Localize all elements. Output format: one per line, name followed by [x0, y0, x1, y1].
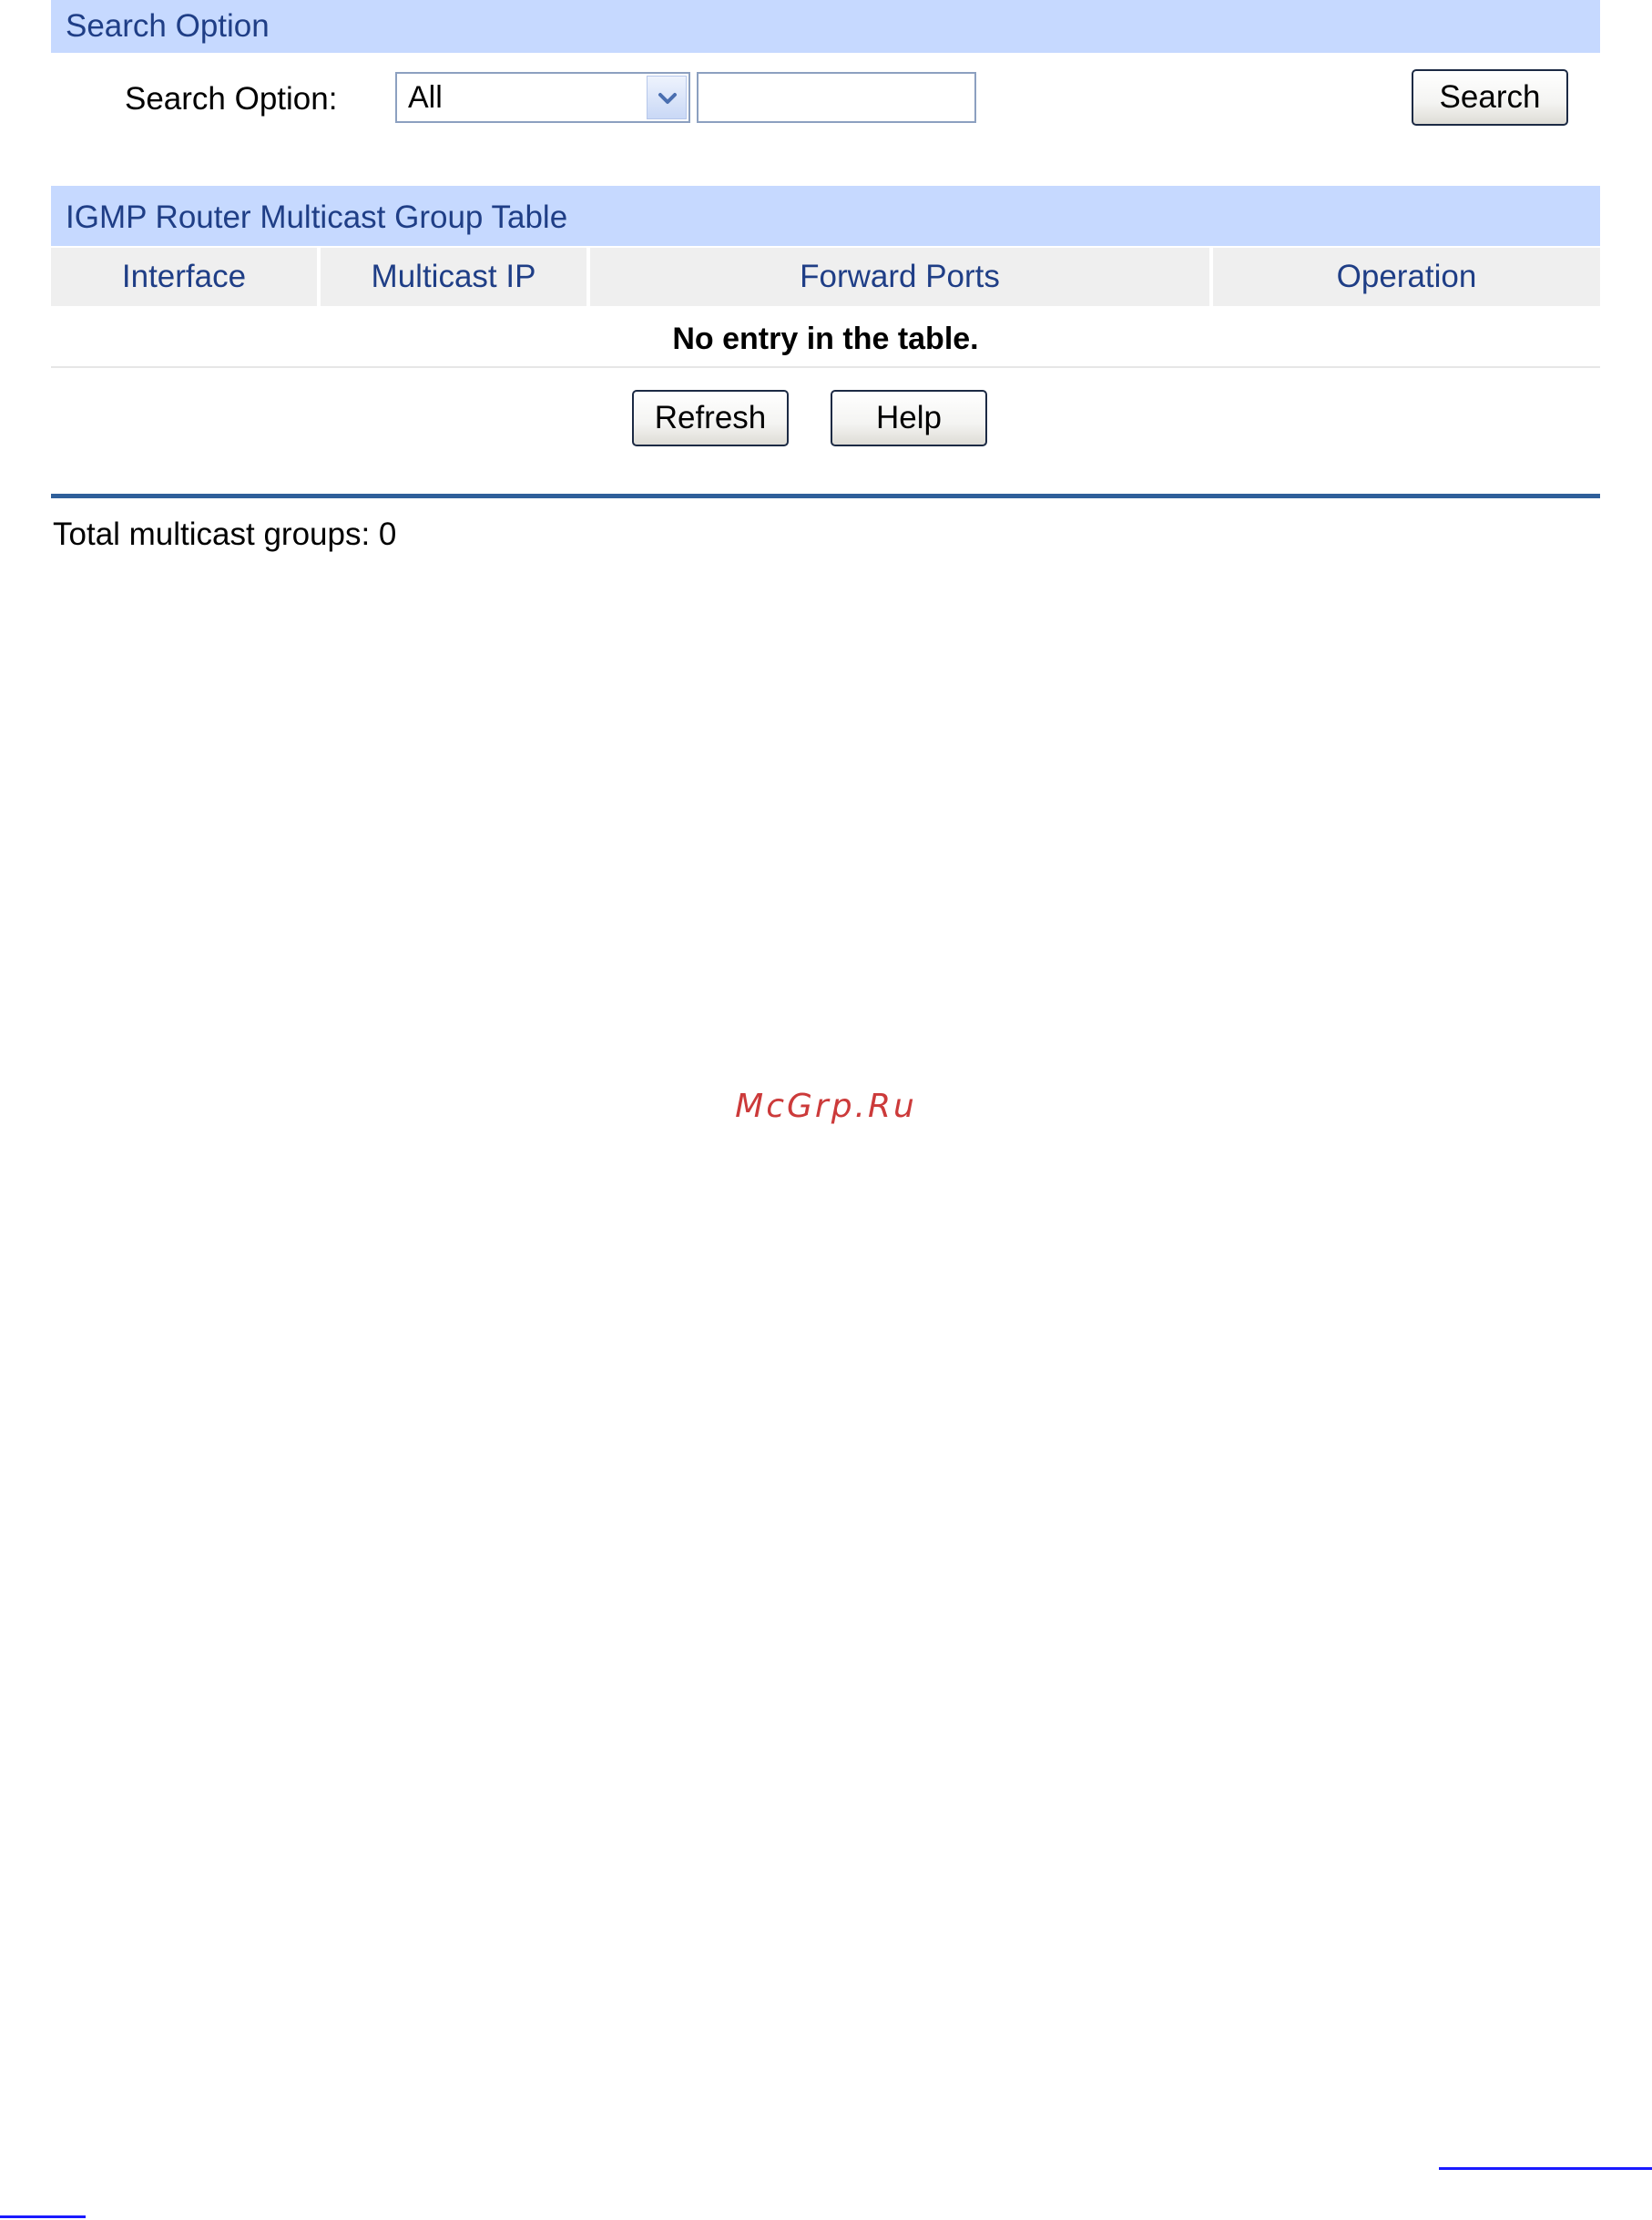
watermark: McGrp.Ru [735, 1088, 917, 1125]
page-link-underline-right[interactable] [1439, 2167, 1652, 2170]
table-column-headers: Interface Multicast IP Forward Ports Ope… [51, 246, 1600, 308]
column-header-multicast-ip: Multicast IP [321, 248, 586, 306]
search-option-selected-value: All [408, 80, 443, 115]
refresh-button[interactable]: Refresh [632, 390, 789, 446]
section-divider [51, 494, 1600, 498]
search-button[interactable]: Search [1412, 69, 1568, 126]
column-header-interface: Interface [51, 248, 317, 306]
search-value-input[interactable] [697, 72, 976, 123]
search-option-select[interactable]: All [395, 72, 690, 123]
chevron-down-icon [658, 93, 677, 104]
select-dropdown-button[interactable] [647, 76, 687, 119]
table-empty-message: No entry in the table. [51, 308, 1600, 368]
help-button[interactable]: Help [831, 390, 987, 446]
search-option-header: Search Option [51, 0, 1600, 53]
total-multicast-groups: Total multicast groups: 0 [53, 517, 397, 552]
column-header-forward-ports: Forward Ports [590, 248, 1209, 306]
group-table-header: IGMP Router Multicast Group Table [51, 186, 1600, 246]
search-option-label: Search Option: [125, 81, 338, 117]
column-header-operation: Operation [1213, 248, 1600, 306]
page-link-underline-left[interactable] [0, 2215, 86, 2218]
